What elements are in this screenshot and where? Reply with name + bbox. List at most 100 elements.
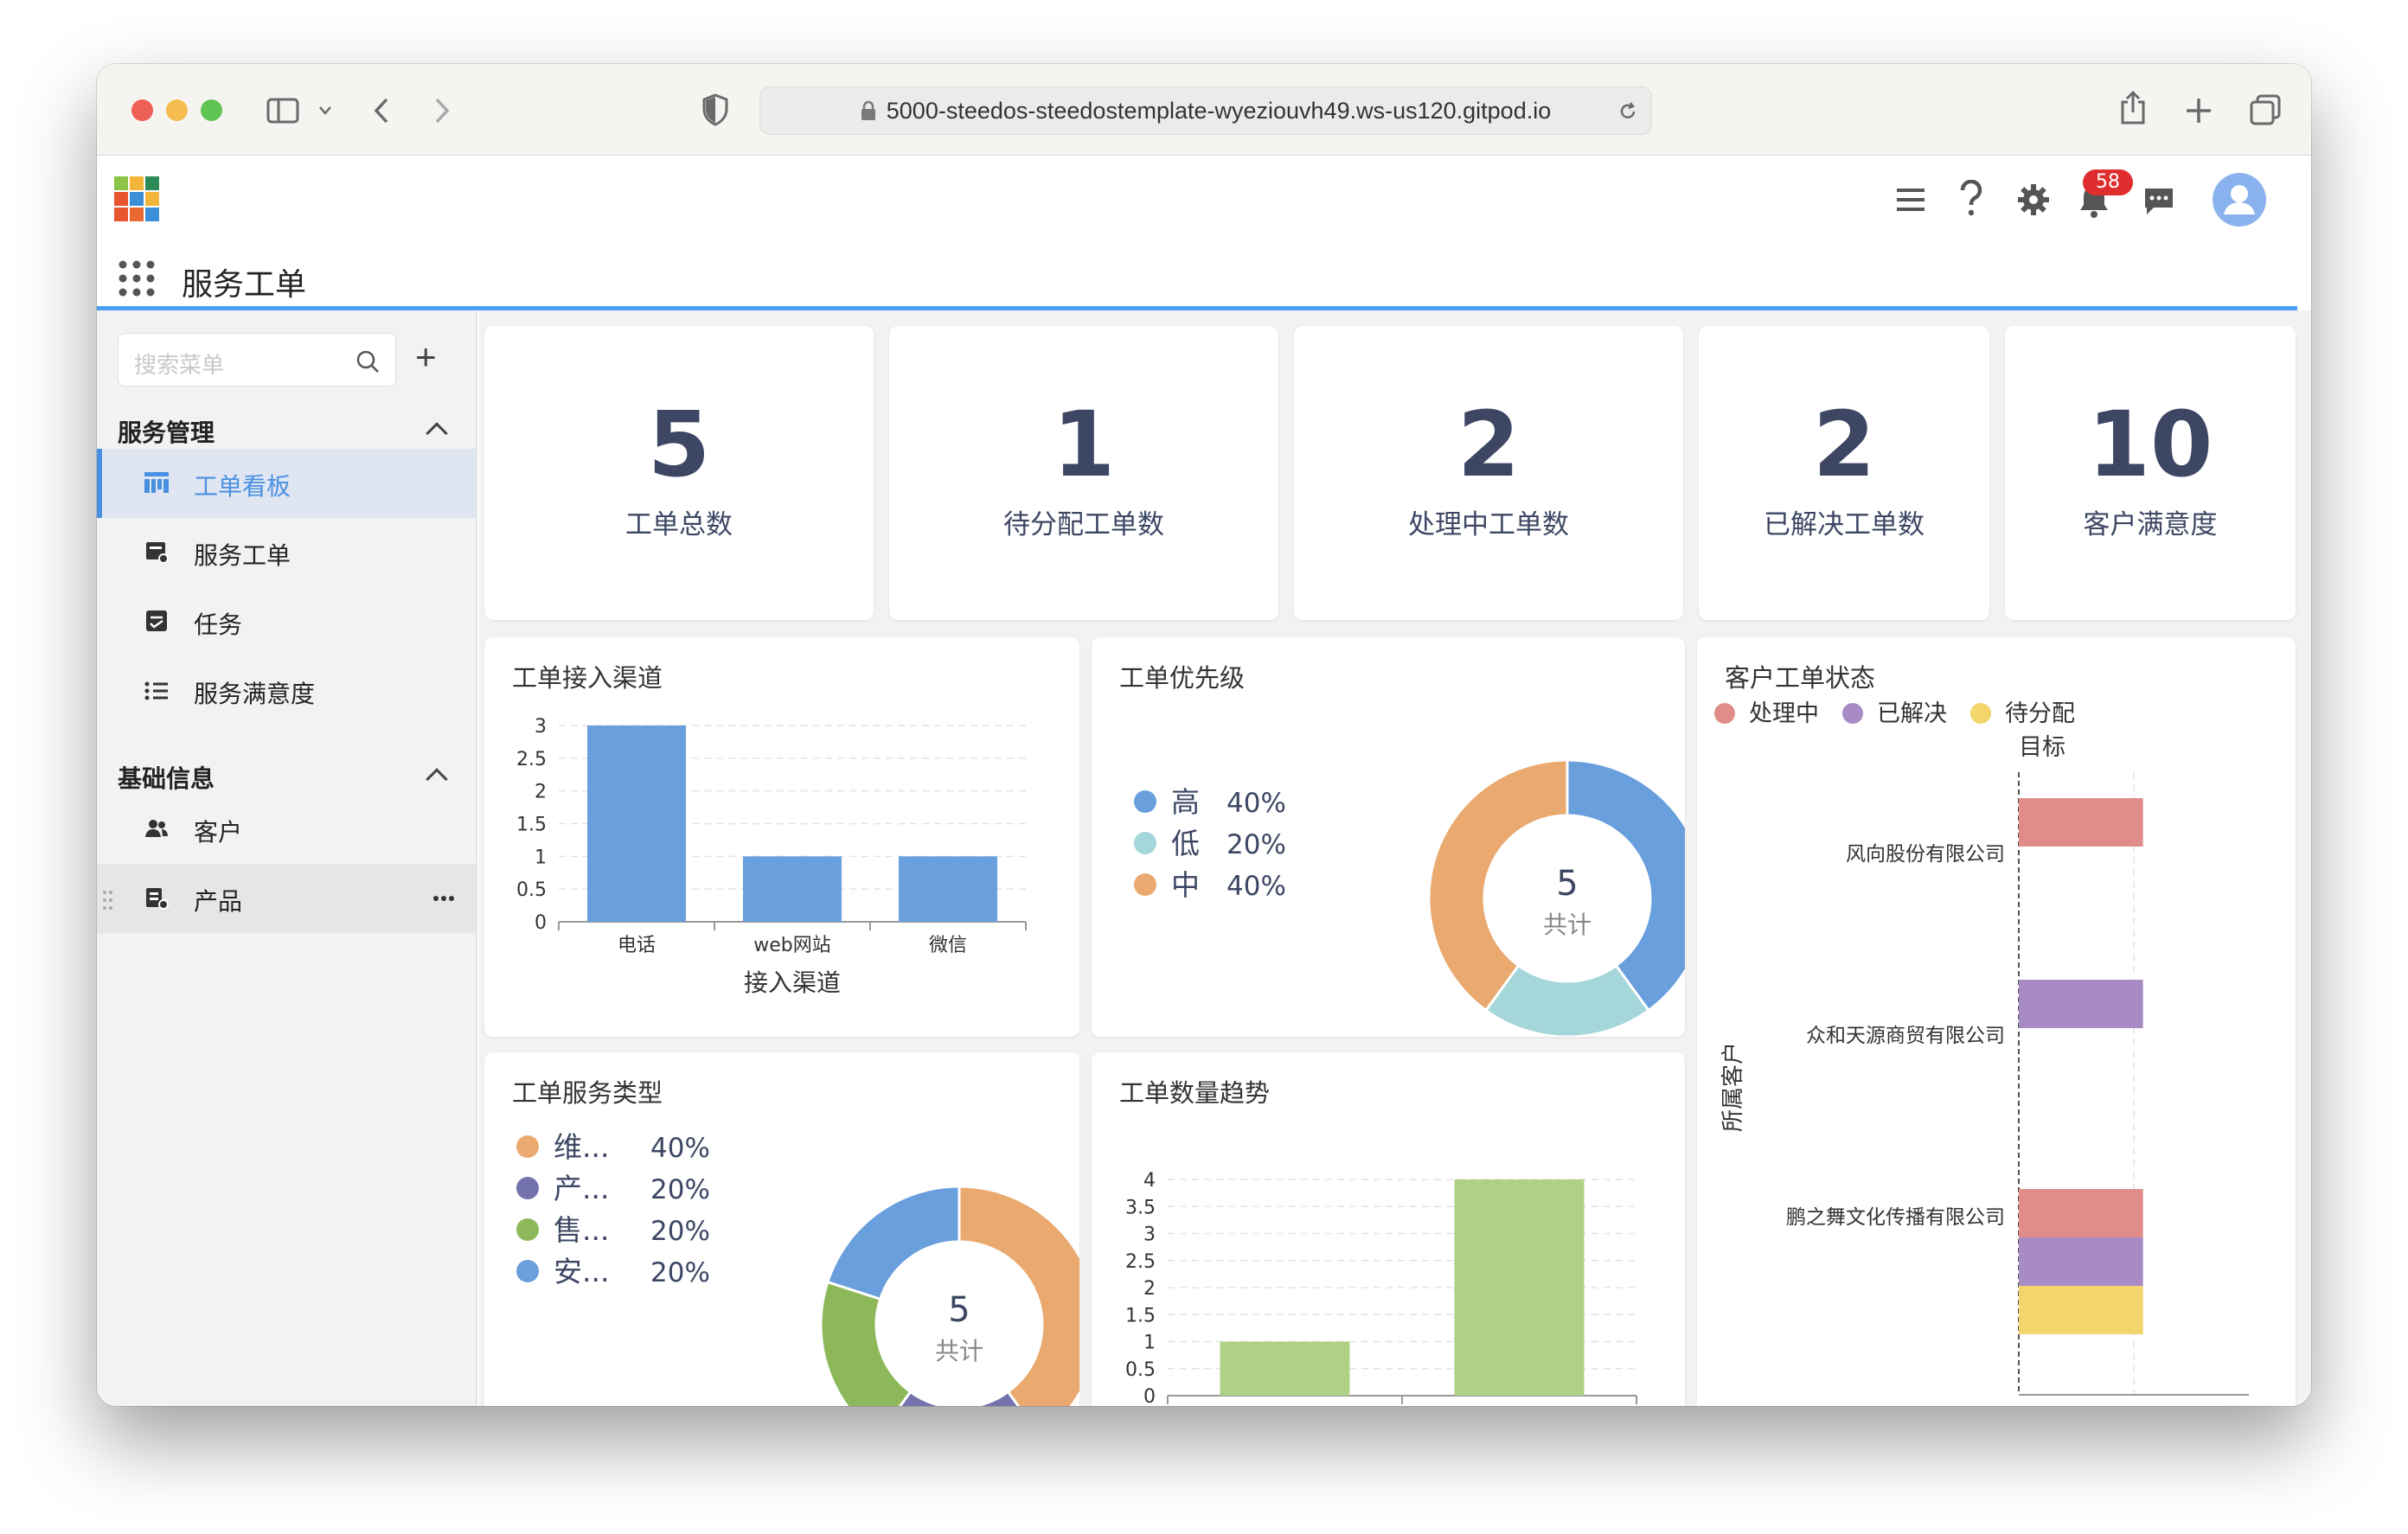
legend-label: 产...	[554, 1172, 609, 1205]
stat-label: 处理中工单数	[1408, 509, 1569, 540]
chevron-down-icon[interactable]	[318, 105, 332, 116]
chevron-up-icon[interactable]	[426, 422, 448, 444]
y-tick-label: 1.5	[1125, 1305, 1156, 1326]
app-launcher-icon[interactable]	[118, 259, 156, 297]
legend-label: 维...	[554, 1130, 609, 1164]
app-logo[interactable]	[114, 176, 159, 221]
stat-value: 2	[1812, 392, 1876, 497]
search-icon[interactable]	[355, 349, 380, 374]
menu-icon[interactable]	[1894, 185, 1927, 214]
sidebar-item-satisfaction[interactable]: 服务满意度	[97, 656, 476, 725]
bar	[2019, 1189, 2143, 1237]
customer-status-bar-chart: 处理中已解决待分配目标00.5风向股份有限公司众和天源商贸有限公司鹏之舞文化传播…	[1714, 700, 2249, 1396]
y-tick-label: 0	[535, 912, 547, 934]
stat-card-total[interactable]: 5 工单总数	[484, 326, 874, 620]
legend-label: 处理中	[1749, 700, 1819, 727]
new-tab-icon[interactable]	[2185, 97, 2213, 125]
legend-percent: 20%	[1226, 829, 1286, 860]
notification-badge: 58	[2083, 169, 2133, 195]
reload-icon[interactable]	[1618, 101, 1637, 122]
sidebar-item-tickets[interactable]: 服务工单	[97, 518, 476, 587]
help-icon[interactable]	[1958, 180, 1984, 218]
stat-label: 客户满意度	[2083, 509, 2218, 540]
share-icon[interactable]	[2119, 90, 2147, 126]
y-tick-label: 0	[1143, 1386, 1156, 1406]
add-menu-button[interactable]: +	[415, 336, 437, 378]
legend-label: 中	[1171, 868, 1200, 902]
y-tick-label: 2.5	[1125, 1251, 1156, 1273]
search-placeholder: 搜索菜单	[134, 353, 225, 379]
y-tick-label: 0.5	[516, 879, 547, 901]
sidebar-item-label: 工单看板	[194, 472, 291, 501]
trend-bar-chart: 00.511.522.533.54五月, 2025六月, 2025	[1125, 1170, 1637, 1406]
lock-icon	[861, 100, 875, 120]
stat-card-satisfaction[interactable]: 10 客户满意度	[2005, 326, 2296, 620]
chevron-up-icon[interactable]	[426, 768, 448, 790]
shield-icon[interactable]	[702, 93, 728, 126]
stat-card-unassigned[interactable]: 1 待分配工单数	[889, 326, 1278, 620]
product-icon	[146, 888, 169, 910]
sidebar-item-customers[interactable]: 客户	[97, 795, 476, 864]
x-tick-label: 电话	[618, 935, 656, 956]
legend-label: 安...	[554, 1255, 609, 1288]
gear-icon[interactable]	[2017, 183, 2050, 216]
legend-marker	[1714, 703, 1735, 724]
priority-donut-chart: 高 40% 低 20% 中 40% 5 共计	[1134, 758, 1685, 1037]
back-icon[interactable]	[372, 97, 391, 125]
sidebar-item-tasks[interactable]: 任务	[97, 587, 476, 656]
sidebar-item-label: 任务	[194, 610, 243, 639]
legend-label: 售...	[554, 1213, 609, 1247]
app-title: 服务工单	[182, 267, 307, 303]
sidebar-item-board[interactable]: 工单看板	[97, 449, 476, 518]
donut-center-label: 共计	[935, 1337, 983, 1365]
tabs-overview-icon[interactable]	[2249, 93, 2282, 126]
chat-icon[interactable]	[2142, 185, 2176, 218]
legend-marker	[1970, 703, 1991, 724]
forward-icon[interactable]	[432, 97, 452, 125]
bar	[2019, 1286, 2143, 1334]
target-label: 目标	[2019, 734, 2065, 761]
task-icon	[146, 610, 167, 631]
sidebar-toggle-icon[interactable]	[266, 97, 301, 125]
sidebar-group-basic[interactable]: 基础信息	[118, 760, 215, 795]
bar	[1220, 1341, 1350, 1396]
dashboard: 5 工单总数 1 待分配工单数 2 处理中工单数 2 已解决工单数 10 客户满…	[479, 310, 2311, 1406]
y-tick-label: 众和天源商贸有限公司	[1806, 1025, 2005, 1047]
chart-card-trend: 工单数量趋势 00.511.522.533.54五月, 2025六月, 2025	[1092, 1052, 1685, 1406]
browser-titlebar: 5000-steedos-steedostemplate-wyeziouvh49…	[97, 64, 2311, 156]
stat-card-processing[interactable]: 2 处理中工单数	[1294, 326, 1683, 620]
stat-label: 工单总数	[625, 509, 733, 540]
legend-marker	[516, 1218, 539, 1241]
stat-value: 10	[2087, 392, 2213, 497]
y-tick-label: 风向股份有限公司	[1846, 843, 2005, 866]
sidebar-item-label: 服务满意度	[194, 680, 316, 708]
sidebar-item-products[interactable]: 产品	[97, 864, 476, 933]
legend-label: 已解决	[1877, 700, 1947, 727]
stat-label: 已解决工单数	[1764, 509, 1924, 540]
drag-handle-icon[interactable]	[102, 890, 114, 911]
y-tick-label: 3.5	[1125, 1197, 1156, 1218]
legend-percent: 40%	[650, 1133, 710, 1164]
donut-slice	[957, 1185, 1079, 1406]
chart-card-customer-status: 客户工单状态 处理中已解决待分配目标00.5风向股份有限公司众和天源商贸有限公司…	[1697, 637, 2296, 1406]
x-tick-label: web网站	[753, 935, 831, 956]
y-tick-label: 2.5	[516, 749, 547, 770]
address-bar[interactable]: 5000-steedos-steedostemplate-wyeziouvh49…	[759, 86, 1652, 135]
legend-percent: 40%	[1226, 788, 1286, 819]
stat-card-resolved[interactable]: 2 已解决工单数	[1699, 326, 1989, 620]
legend-marker	[516, 1177, 539, 1199]
y-tick-label: 1.5	[516, 815, 547, 836]
sidebar: 搜索菜单 + 服务管理 工单看板 服务工单 任务 服务满意度 基础信息 客户 产…	[97, 310, 477, 1406]
sidebar-group-service[interactable]: 服务管理	[118, 414, 215, 449]
service-type-donut-chart: 维... 40% 产... 20% 售... 20% 安... 20% 5 共计	[516, 1130, 1079, 1406]
avatar[interactable]	[2213, 173, 2266, 227]
legend-label: 待分配	[2005, 700, 2075, 727]
menu-search-input[interactable]: 搜索菜单	[118, 333, 396, 387]
minimize-window-button[interactable]	[166, 99, 188, 121]
y-tick-label: 4	[1143, 1170, 1156, 1192]
more-options-icon[interactable]	[432, 895, 455, 902]
donut-center-value: 5	[1556, 864, 1578, 904]
maximize-window-button[interactable]	[201, 99, 222, 121]
legend-label: 高	[1171, 785, 1200, 819]
close-window-button[interactable]	[131, 99, 153, 121]
